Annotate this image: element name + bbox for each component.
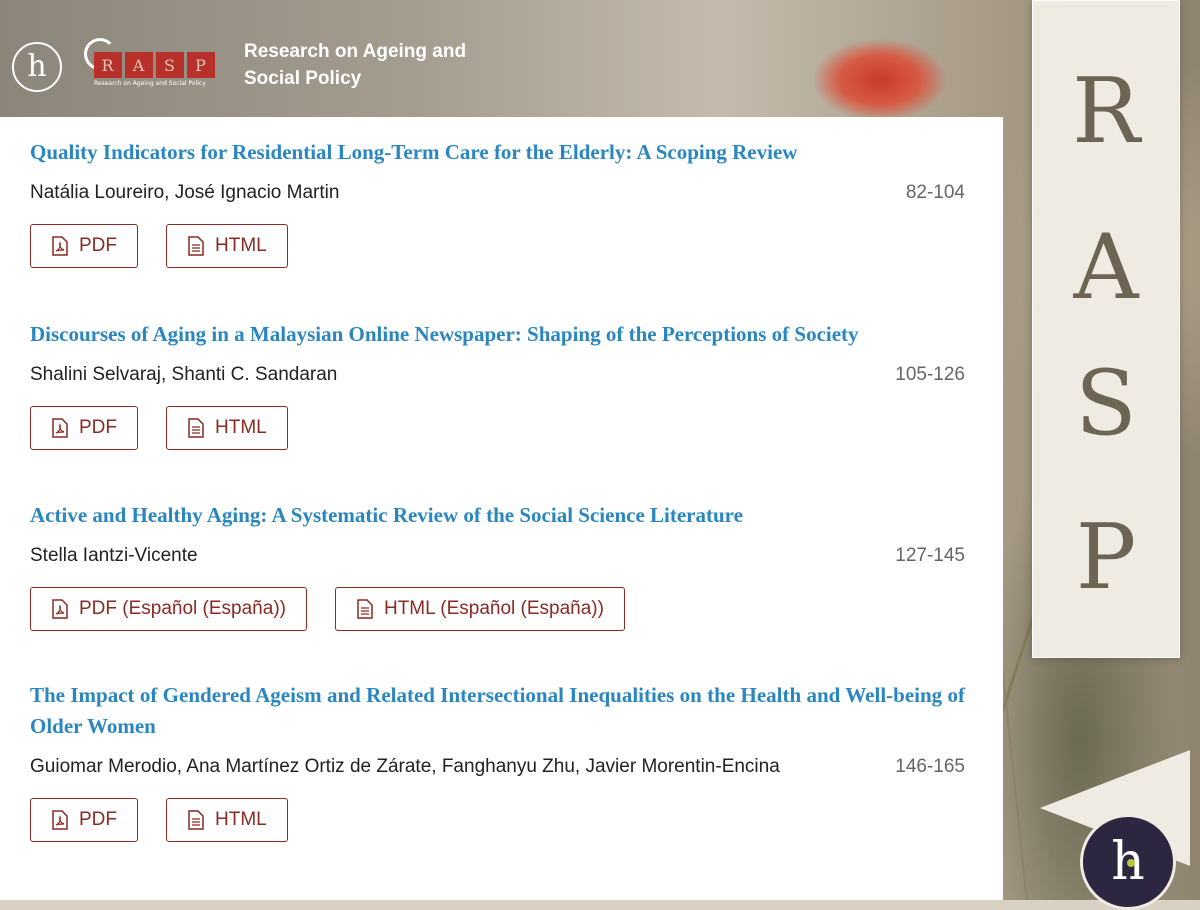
article-item: Discourses of Aging in a Malaysian Onlin…	[30, 319, 965, 450]
publisher-badge-icon: h	[1080, 814, 1176, 910]
pdf-button[interactable]: PDF	[30, 798, 138, 842]
article-title-link[interactable]: Active and Healthy Aging: A Systematic R…	[30, 500, 965, 531]
pdf-button[interactable]: PDF (Español (España))	[30, 587, 307, 631]
site-title[interactable]: Research on Ageing and Social Policy	[244, 38, 466, 92]
rasp-subtitle: Research on Ageing and Social Policy	[94, 80, 206, 87]
article-title-link[interactable]: Discourses of Aging in a Malaysian Onlin…	[30, 319, 965, 350]
article-authors: Natália Loureiro, José Ignacio Martin	[30, 182, 340, 203]
html-label: HTML (Español (España))	[383, 598, 604, 619]
rasp-letters: R A S P	[94, 52, 215, 78]
article-pages: 146-165	[895, 756, 965, 777]
pdf-label: PDF	[79, 235, 117, 256]
html-button[interactable]: HTML	[166, 406, 288, 450]
pdf-file-icon	[52, 599, 68, 619]
article-list: Quality Indicators for Residential Long-…	[0, 117, 1003, 900]
html-button[interactable]: HTML	[166, 798, 288, 842]
html-label: HTML	[215, 417, 267, 438]
banner-letter: S	[1075, 351, 1137, 456]
pdf-label: PDF	[79, 809, 117, 830]
rasp-side-banner: R A S P	[1032, 0, 1180, 658]
article-authors: Shalini Selvaraj, Shanti C. Sandaran	[30, 364, 338, 385]
document-icon	[357, 599, 373, 619]
publisher-logo[interactable]: h	[12, 42, 62, 92]
banner-letter: P	[1075, 505, 1137, 610]
html-button[interactable]: HTML	[166, 224, 288, 268]
article-authors: Guiomar Merodio, Ana Martínez Ortiz de Z…	[30, 756, 780, 777]
article-authors: Stella Iantzi-Vicente	[30, 545, 198, 566]
pdf-file-icon	[52, 810, 68, 830]
site-title-line: Research on Ageing and	[244, 41, 467, 62]
rasp-letter: S	[156, 52, 184, 78]
site-header: h R A S P Research on Ageing and Social …	[0, 0, 985, 116]
article-title-link[interactable]: The Impact of Gendered Ageism and Relate…	[30, 680, 965, 742]
site-title-line: Social Policy	[244, 68, 362, 89]
pdf-button[interactable]: PDF	[30, 406, 138, 450]
banner-letter: A	[1073, 215, 1139, 320]
pdf-label: PDF (Español (España))	[79, 598, 286, 619]
rasp-letter: P	[187, 52, 215, 78]
document-icon	[188, 418, 204, 438]
rasp-letter: A	[125, 52, 153, 78]
document-icon	[188, 810, 204, 830]
html-label: HTML	[215, 809, 267, 830]
article-pages: 127-145	[895, 545, 965, 566]
article-pages: 82-104	[905, 182, 965, 203]
rasp-logo[interactable]: R A S P Research on Ageing and Social Po…	[84, 38, 222, 92]
article-title-link[interactable]: Quality Indicators for Residential Long-…	[30, 137, 965, 168]
article-pages: 105-126	[895, 364, 965, 385]
banner-letter: R	[1072, 59, 1140, 164]
article-item: The Impact of Gendered Ageism and Relate…	[30, 680, 965, 842]
html-label: HTML	[215, 235, 267, 256]
pdf-file-icon	[52, 236, 68, 256]
html-button[interactable]: HTML (Español (España))	[334, 587, 625, 631]
pdf-label: PDF	[79, 417, 117, 438]
article-item: Active and Healthy Aging: A Systematic R…	[30, 500, 965, 631]
pdf-file-icon	[52, 418, 68, 438]
rasp-letter: R	[94, 52, 122, 78]
document-icon	[188, 236, 204, 256]
pdf-button[interactable]: PDF	[30, 224, 138, 268]
article-item: Quality Indicators for Residential Long-…	[30, 137, 965, 268]
